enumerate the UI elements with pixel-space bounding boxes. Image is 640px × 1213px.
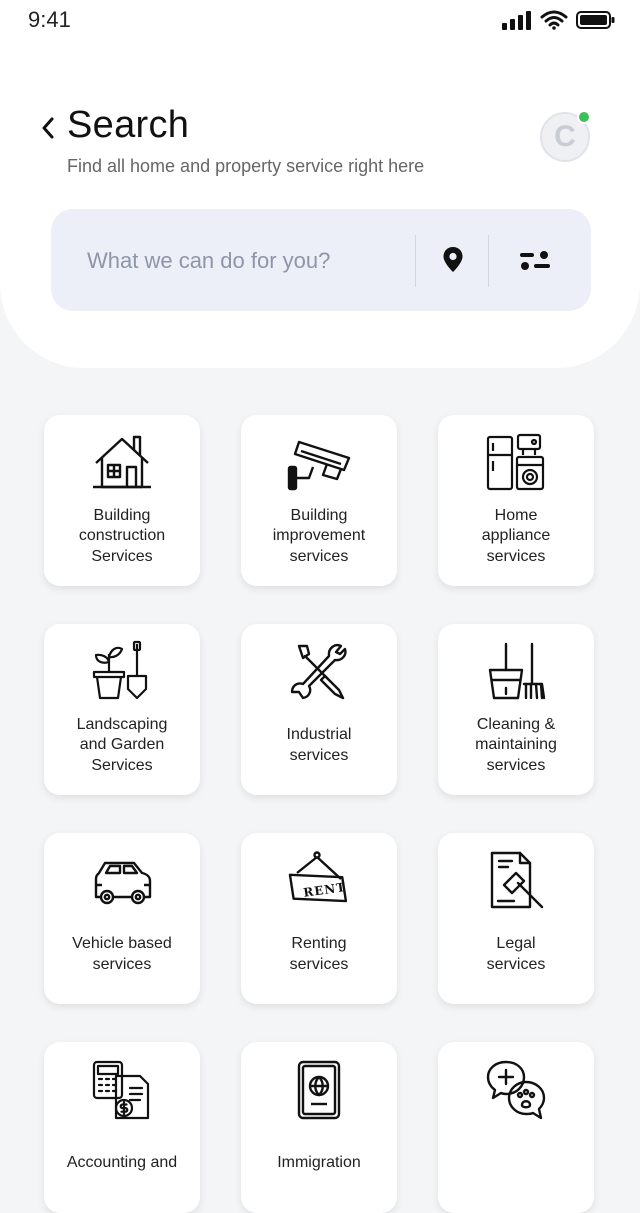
health-pet-chat-icon <box>486 1060 546 1120</box>
category-card[interactable]: Accounting and <box>44 1042 200 1213</box>
rent-sign-text: RENT <box>302 880 347 900</box>
page-subtitle: Find all home and property service right… <box>67 156 425 176</box>
category-label: Home appliance services <box>481 506 551 565</box>
car-icon <box>94 861 152 905</box>
category-card[interactable]: Building improvement services <box>241 415 397 586</box>
header-card <box>0 0 640 368</box>
passport-icon <box>297 1060 341 1120</box>
category-card[interactable] <box>438 1042 594 1213</box>
chevron-left-icon <box>42 117 54 139</box>
category-card[interactable]: Immigration <box>241 1042 397 1213</box>
search-divider <box>415 235 416 287</box>
bucket-mop-icon <box>488 642 546 700</box>
appliances-icon <box>486 433 545 491</box>
online-status-dot <box>577 110 591 124</box>
location-pin-icon <box>443 247 463 272</box>
back-button[interactable] <box>36 112 60 144</box>
category-card[interactable]: Industrial services <box>241 624 397 795</box>
filter-icon <box>520 251 550 270</box>
search-divider <box>488 235 489 287</box>
security-camera-icon <box>287 440 351 491</box>
rent-sign-icon: RENT <box>288 851 348 903</box>
category-card[interactable]: RENT Renting services <box>241 833 397 1004</box>
cellular-signal-icon <box>502 11 531 30</box>
category-label: Building construction Services <box>78 506 166 565</box>
plant-pot-shovel-icon <box>92 640 148 700</box>
category-label: Vehicle based services <box>72 935 172 973</box>
calculator-invoice-icon <box>92 1060 150 1120</box>
page-title: Search <box>67 104 190 146</box>
battery-icon <box>576 11 615 29</box>
status-bar: 9:41 <box>0 0 640 40</box>
category-card[interactable]: Vehicle based services <box>44 833 200 1004</box>
category-label: Industrial services <box>286 726 352 764</box>
category-card[interactable]: Landscaping and Garden Services <box>44 624 200 795</box>
location-button[interactable] <box>428 235 478 285</box>
category-card[interactable]: Building construction Services <box>44 415 200 586</box>
status-icons <box>502 10 616 30</box>
category-grid: Building construction Services Building … <box>44 415 594 1213</box>
category-label: Building improvement services <box>272 506 366 565</box>
filter-button[interactable] <box>510 235 560 285</box>
status-time: 9:41 <box>28 7 71 32</box>
category-label: Accounting and <box>66 1154 178 1172</box>
search-input[interactable] <box>85 235 409 287</box>
category-label: Immigration <box>277 1154 361 1172</box>
category-card[interactable]: Cleaning & maintaining services <box>438 624 594 795</box>
wifi-icon <box>540 10 568 30</box>
category-label: Landscaping and Garden Services <box>76 715 168 774</box>
house-icon <box>93 435 151 489</box>
legal-document-gavel-icon <box>490 851 544 909</box>
category-label <box>446 1132 586 1213</box>
category-label: Cleaning & maintaining services <box>475 715 557 774</box>
category-card[interactable]: Legal services <box>438 833 594 1004</box>
category-label: Legal services <box>486 935 546 973</box>
category-card[interactable]: Home appliance services <box>438 415 594 586</box>
wrench-screwdriver-icon <box>290 643 347 700</box>
category-label: Renting services <box>289 935 349 973</box>
search-box <box>51 209 591 311</box>
